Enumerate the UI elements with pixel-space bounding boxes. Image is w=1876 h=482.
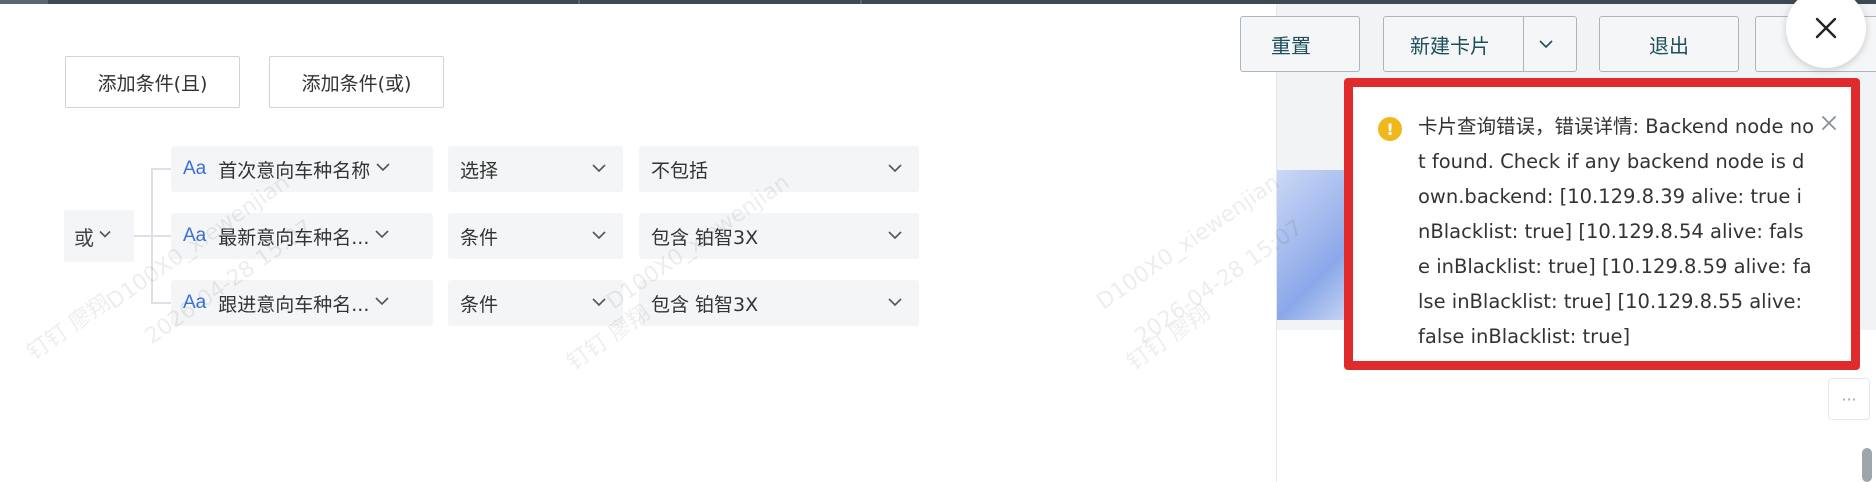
condition-field-label: 最新意向车种名... (218, 226, 370, 249)
more-icon[interactable]: ··· (1828, 378, 1870, 420)
condition-operator-label: 条件 (460, 226, 499, 249)
chevron-down-icon (374, 158, 392, 181)
close-icon[interactable] (1819, 113, 1839, 133)
logic-operator-select[interactable]: 或 (64, 210, 134, 262)
scrollbar[interactable] (1862, 448, 1872, 482)
condition-value-label: 包含 铂智3X (651, 293, 759, 316)
condition-operator-select[interactable]: 条件 (448, 280, 623, 326)
condition-tree-connector (151, 302, 171, 304)
chevron-down-icon (98, 227, 112, 245)
condition-operator-select[interactable]: 选择 (448, 146, 623, 192)
condition-field-select[interactable]: Aa 首次意向车种名称 (171, 146, 433, 192)
add-condition-and-button[interactable]: 添加条件(且) (65, 56, 240, 108)
condition-operator-select[interactable]: 条件 (448, 213, 623, 259)
condition-value-label: 不包括 (651, 159, 709, 182)
logic-operator-label: 或 (74, 225, 94, 250)
add-condition-or-button[interactable]: 添加条件(或) (269, 56, 444, 108)
text-field-type-badge: Aa (183, 225, 207, 246)
text-field-type-badge: Aa (183, 158, 207, 179)
chevron-down-icon (885, 225, 905, 245)
condition-field-label: 跟进意向车种名... (218, 293, 370, 316)
warning-icon: ! (1378, 117, 1402, 141)
condition-field-select[interactable]: Aa 跟进意向车种名... (171, 280, 433, 326)
button-divider (1523, 16, 1524, 72)
condition-value-select[interactable]: 包含 铂智3X (639, 280, 919, 326)
chevron-down-icon (589, 225, 609, 245)
chevron-down-icon (373, 292, 391, 315)
new-card-label: 新建卡片 (1410, 33, 1490, 58)
exit-button[interactable]: 退出 (1599, 16, 1739, 72)
condition-tree-connector (134, 235, 152, 237)
condition-tree-connector (151, 168, 171, 170)
condition-field-select[interactable]: Aa 最新意向车种名... (171, 213, 433, 259)
chevron-down-icon (885, 292, 905, 312)
condition-field-label: 首次意向车种名称 (218, 159, 371, 182)
chevron-down-icon (885, 158, 905, 178)
chevron-down-icon (589, 158, 609, 178)
text-field-type-badge: Aa (183, 292, 207, 313)
condition-operator-label: 选择 (460, 159, 499, 182)
reset-button[interactable]: 重置 (1240, 16, 1360, 72)
chevron-down-icon[interactable] (1536, 34, 1556, 58)
condition-value-select[interactable]: 不包括 (639, 146, 919, 192)
close-icon (1815, 17, 1837, 39)
condition-value-select[interactable]: 包含 铂智3X (639, 213, 919, 259)
condition-operator-label: 条件 (460, 293, 499, 316)
chevron-down-icon (373, 225, 391, 248)
toast-message: 卡片查询错误，错误详情: Backend node not found. Che… (1418, 115, 1814, 348)
chevron-down-icon (589, 292, 609, 312)
condition-tree-connector (151, 235, 171, 237)
error-toast: ! 卡片查询错误，错误详情: Backend node not found. C… (1344, 78, 1860, 370)
condition-value-label: 包含 铂智3X (651, 226, 759, 249)
